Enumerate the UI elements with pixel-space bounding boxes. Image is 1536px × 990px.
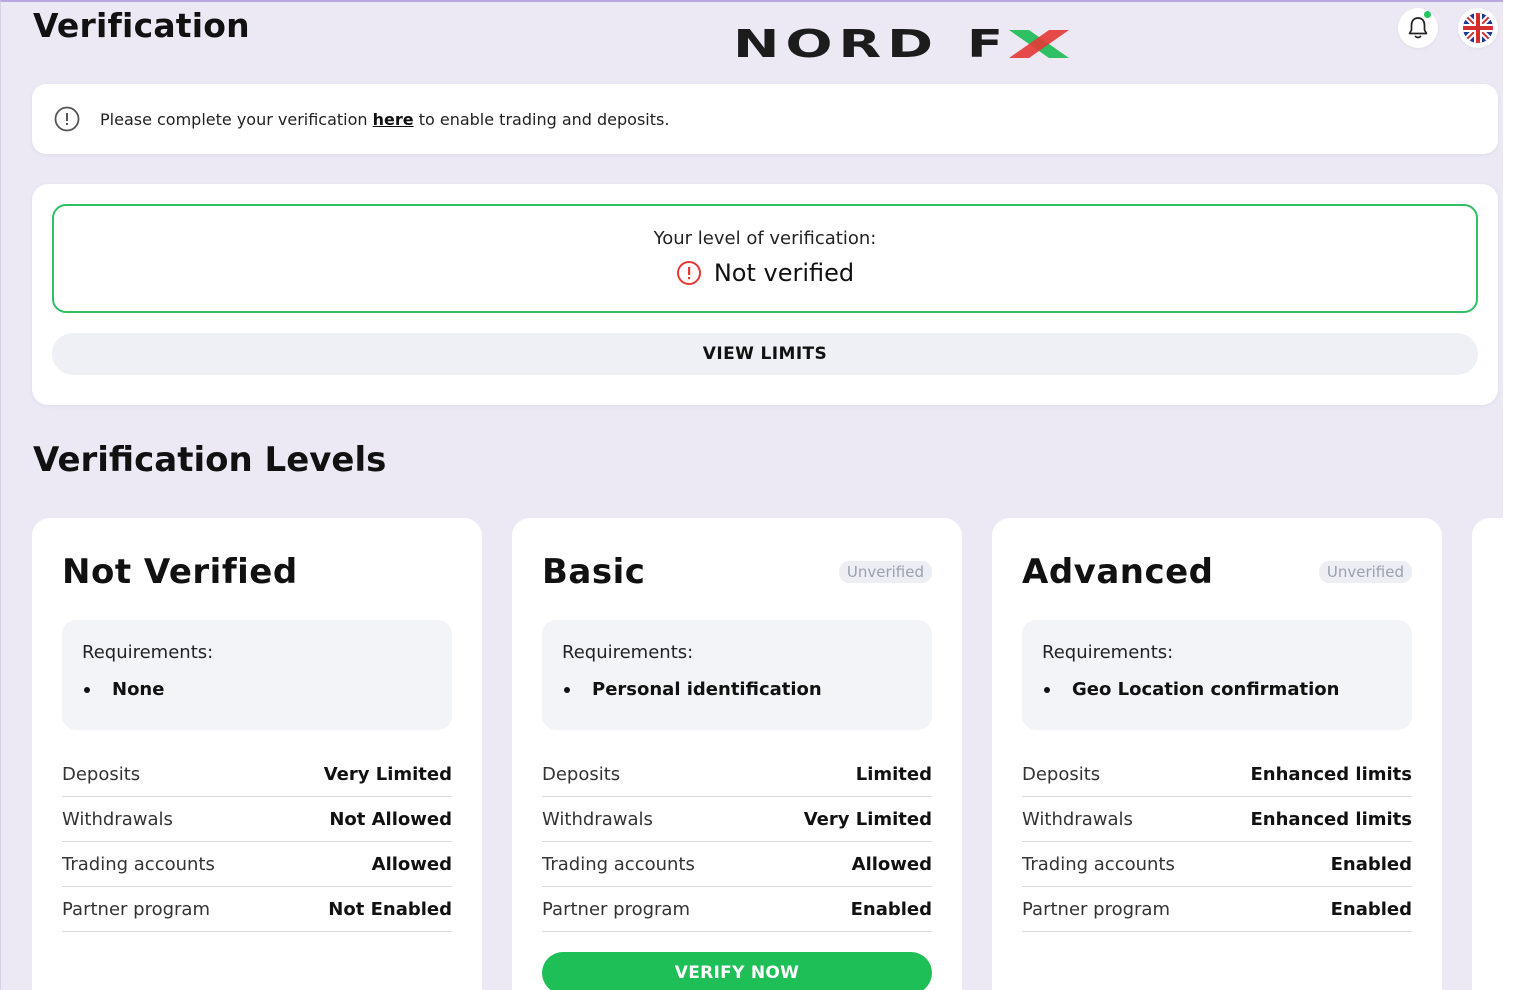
notification-dot [1424,11,1431,18]
page-title: Verification [33,6,250,45]
current-level-card: Your level of verification: Not verified… [32,184,1498,405]
current-level-box: Your level of verification: Not verified [52,204,1478,313]
notice-text-after: to enable trading and deposits. [413,109,670,129]
limit-value: Very Limited [323,763,452,785]
limit-row: Trading accounts Enabled [1022,842,1412,887]
requirement-item: None [82,679,432,700]
limit-value: Allowed [851,853,932,875]
nordfx-logo[interactable]: NORD F [733,26,1073,62]
limit-row: Deposits Limited [542,752,932,797]
limit-value: Enhanced limits [1250,808,1413,830]
notice-text-before: Please complete your verification [100,109,373,129]
limit-label: Partner program [62,898,210,920]
limit-row: Withdrawals Enhanced limits [1022,797,1412,842]
tier-name: Not Verified [62,552,298,592]
limit-row: Withdrawals Not Allowed [62,797,452,842]
tier-card-not-verified: Not Verified Requirements: None Deposits… [32,518,482,990]
tier-name: Basic [542,552,646,592]
limit-label: Withdrawals [62,808,173,830]
bell-icon [1408,17,1428,39]
limit-row: Trading accounts Allowed [62,842,452,887]
limit-row: Partner program Enabled [542,887,932,932]
tier-header: Basic Unverified [542,552,932,598]
limit-label: Deposits [62,763,141,785]
bullet-icon [1044,686,1050,693]
level-status: Not verified [54,259,1476,287]
bullet-icon [564,686,570,693]
level-status-text: Not verified [713,259,855,287]
limit-value: Limited [855,763,932,785]
requirement-item: Geo Location confirmation [1042,679,1392,700]
alert-circle-icon [676,261,701,285]
limit-value: Enabled [1330,898,1412,920]
limit-label: Trading accounts [62,853,215,875]
limits-list: Deposits Limited Withdrawals Very Limited … [542,752,932,932]
limits-list: Deposits Enhanced limits Withdrawals Enhan… [1022,752,1412,932]
limit-row: Partner program Not Enabled [62,887,452,932]
limit-value: Very Limited [803,808,932,830]
verification-notice: Please complete your verification here t… [32,84,1498,154]
limit-value: Enhanced limits [1250,763,1413,785]
limit-row: Partner program Enabled [1022,887,1412,932]
status-badge: Unverified [838,561,932,583]
requirements-title: Requirements: [82,642,214,663]
limit-value: Allowed [371,853,452,875]
logo-text-f: F [967,26,1003,62]
limit-value: Not Allowed [329,808,452,830]
verify-now-button[interactable]: VERIFY NOW [542,952,932,990]
limit-label: Withdrawals [1022,808,1133,830]
limit-label: Deposits [542,763,621,785]
requirements-box: Requirements: Personal identification [542,620,932,730]
limit-label: Partner program [542,898,690,920]
limit-label: Deposits [1022,763,1101,785]
tier-header: Advanced Unverified [1022,552,1412,598]
status-badge: Unverified [1318,561,1412,583]
requirements-title: Requirements: [1042,642,1174,663]
bullet-icon [84,686,90,693]
app-window: Verification NORD F Please complete your… [0,0,1503,990]
tier-card-basic: Basic Unverified Requirements: Personal … [512,518,962,990]
language-button[interactable] [1458,8,1498,48]
tier-name: Advanced [1022,552,1214,592]
limit-label: Trading accounts [542,853,695,875]
requirement-text: Personal identification [592,679,822,700]
tier-header: Not Verified [62,552,452,598]
view-limits-button[interactable]: VIEW LIMITS [52,333,1478,375]
logo-text-nord: NORD [733,26,939,62]
limit-row: Deposits Very Limited [62,752,452,797]
tier-card-advanced: Advanced Unverified Requirements: Geo Lo… [992,518,1442,990]
notice-text: Please complete your verification here t… [100,110,669,129]
info-circle-icon [54,106,80,132]
limit-row: Deposits Enhanced limits [1022,752,1412,797]
requirement-text: None [112,679,165,700]
limit-value: Not Enabled [328,898,452,920]
tier-card-next-partial[interactable] [1472,518,1503,990]
limit-value: Enabled [850,898,932,920]
requirements-box: Requirements: None [62,620,452,730]
requirements-title: Requirements: [562,642,694,663]
requirement-text: Geo Location confirmation [1072,679,1340,700]
verification-levels-title: Verification Levels [33,440,387,480]
notice-here-link[interactable]: here [373,110,414,129]
requirements-box: Requirements: Geo Location confirmation [1022,620,1412,730]
limit-label: Trading accounts [1022,853,1175,875]
level-label: Your level of verification: [653,228,877,249]
limit-label: Withdrawals [542,808,653,830]
limit-label: Partner program [1022,898,1170,920]
uk-flag-icon [1463,13,1493,43]
notifications-button[interactable] [1398,8,1438,48]
requirement-item: Personal identification [562,679,912,700]
limit-row: Withdrawals Very Limited [542,797,932,842]
logo-x-mark [1009,30,1069,58]
limit-row: Trading accounts Allowed [542,842,932,887]
limit-value: Enabled [1330,853,1412,875]
limits-list: Deposits Very Limited Withdrawals Not Allo… [62,752,452,932]
